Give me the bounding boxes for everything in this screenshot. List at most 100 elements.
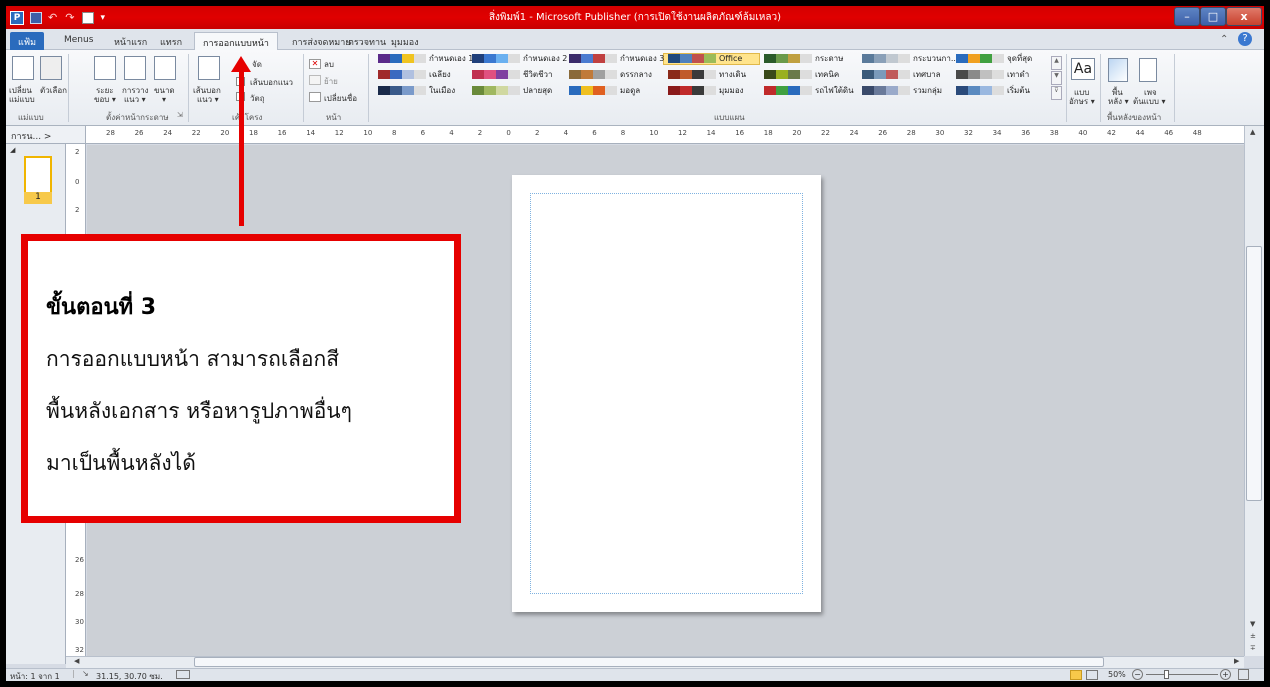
color-scheme-item[interactable]: มอดูล: [569, 85, 640, 96]
delete-page-icon[interactable]: ✕: [309, 59, 321, 69]
change-template-label-2[interactable]: แม่แบบ: [9, 95, 35, 104]
color-scheme-name: เริ่มต้น: [1007, 86, 1030, 95]
tab-home[interactable]: หน้าแรก: [106, 32, 155, 50]
scroll-down-icon[interactable]: ▼: [1250, 620, 1255, 628]
margins-label-2[interactable]: ขอบ ▾: [94, 95, 116, 104]
fonts-icon[interactable]: Aa: [1071, 58, 1095, 80]
objects-label[interactable]: วัตถุ: [250, 94, 265, 103]
tab-insert[interactable]: แทรก: [152, 32, 190, 50]
horizontal-ruler[interactable]: 28 26 24 22 20 18 16 14 12 10 8 6 4 2 0 2 4 6 8 10 12 14 16 18 2…: [86, 126, 1244, 144]
color-scheme-item[interactable]: เทคนิค: [764, 69, 839, 80]
rename-page-icon[interactable]: [309, 92, 321, 102]
zoom-slider-track[interactable]: [1146, 674, 1218, 675]
ruler-tick-label: 6: [420, 129, 426, 137]
two-page-view-icon[interactable]: [1086, 670, 1098, 680]
page-setup-dialog-launcher-icon[interactable]: ⇲: [177, 111, 183, 119]
rename-page-label[interactable]: เปลี่ยนชื่อ: [324, 94, 357, 103]
ruler-tick-label: 36: [1021, 129, 1031, 137]
color-scheme-item[interactable]: เริ่มต้น: [956, 85, 1030, 96]
color-scheme-item[interactable]: Office: [668, 53, 742, 64]
size-label[interactable]: ขนาด: [154, 86, 175, 95]
zoom-level[interactable]: 50%: [1108, 670, 1126, 679]
template-options-icon[interactable]: [40, 56, 62, 80]
guides-label[interactable]: เส้นบอก: [193, 86, 221, 95]
fit-page-icon[interactable]: [1238, 669, 1249, 680]
master-page-icon[interactable]: [1139, 58, 1157, 82]
color-scheme-item[interactable]: กระดาษ: [764, 53, 843, 64]
help-icon[interactable]: ?: [1238, 32, 1252, 46]
master-page-label[interactable]: เพจ: [1144, 88, 1157, 97]
screenshot-frame: P ↶ ↷ ▾ สิ่งพิมพ์1 - Microsoft Publisher…: [0, 0, 1270, 687]
color-scheme-item[interactable]: กำหนดเอง 1: [378, 53, 473, 64]
next-page-icon[interactable]: ∓: [1250, 644, 1256, 652]
tab-page-design[interactable]: การออกแบบหน้า: [194, 32, 278, 50]
zoom-out-icon[interactable]: −: [1132, 669, 1143, 680]
ruler-tick-label: 32: [964, 129, 973, 137]
size-icon[interactable]: [154, 56, 176, 80]
color-scheme-item[interactable]: ปลายสุด: [472, 85, 552, 96]
collapse-section-icon[interactable]: ◢: [10, 146, 15, 154]
color-scheme-item[interactable]: ในเมือง: [378, 85, 455, 96]
fonts-label[interactable]: แบบ: [1074, 88, 1089, 97]
ruler-tick-label: 4: [563, 129, 569, 137]
color-scheme-item[interactable]: รถไฟใต้ดิน: [764, 85, 854, 96]
align-to-label[interactable]: จัด: [252, 60, 262, 69]
color-scheme-item[interactable]: กำหนดเอง 2: [472, 53, 567, 64]
guides-icon[interactable]: [198, 56, 220, 80]
tab-menus[interactable]: Menus: [56, 32, 101, 50]
background-icon[interactable]: [1108, 58, 1128, 82]
color-scheme-item[interactable]: กำหนดเอง 3: [569, 53, 664, 64]
scheme-more-icon[interactable]: ⊽: [1051, 86, 1062, 100]
tab-view[interactable]: มุมมอง: [383, 32, 427, 50]
move-page-label[interactable]: ย้าย: [324, 77, 338, 86]
orientation-label-2[interactable]: แนว ▾: [124, 95, 146, 104]
color-scheme-item[interactable]: กระบวนกา...: [862, 53, 958, 64]
scroll-up-icon[interactable]: ▲: [1250, 128, 1255, 136]
background-label-2[interactable]: หลัง ▾: [1108, 97, 1129, 106]
close-button[interactable]: x: [1226, 7, 1262, 26]
orientation-icon[interactable]: [124, 56, 146, 80]
vertical-scroll-thumb[interactable]: [1246, 246, 1262, 501]
color-scheme-item[interactable]: รวมกลุ่ม: [862, 85, 942, 96]
fonts-label-2[interactable]: อักษร ▾: [1069, 97, 1095, 106]
zoom-in-icon[interactable]: +: [1220, 669, 1231, 680]
scroll-left-icon[interactable]: ◀: [74, 657, 79, 665]
color-scheme-item[interactable]: เทศบาล: [862, 69, 941, 80]
page-navigation-header[interactable]: การน... >: [6, 126, 86, 144]
single-page-view-icon[interactable]: [1070, 670, 1082, 680]
color-scheme-item[interactable]: จุดที่สุด: [956, 53, 1032, 64]
change-template-icon[interactable]: [12, 56, 34, 80]
baseline-guides-label[interactable]: เส้นบอกแนว: [250, 78, 293, 87]
tab-file[interactable]: แฟ้ม: [10, 32, 45, 50]
color-scheme-item[interactable]: ดรรกลาง: [569, 69, 652, 80]
color-scheme-item[interactable]: เทาดำ: [956, 69, 1029, 80]
color-swatch: [886, 54, 898, 63]
color-scheme-item[interactable]: มุมมอง: [668, 85, 744, 96]
orientation-label[interactable]: การวาง: [122, 86, 149, 95]
margins-label[interactable]: ระยะ: [96, 86, 114, 95]
blank-page[interactable]: [512, 175, 821, 612]
ribbon-minimize-icon[interactable]: ⌃: [1220, 34, 1228, 45]
delete-page-label[interactable]: ลบ: [324, 60, 334, 69]
margins-icon[interactable]: [94, 56, 116, 80]
previous-page-icon[interactable]: ±: [1250, 632, 1256, 640]
guides-label-2[interactable]: แนว ▾: [197, 95, 219, 104]
color-scheme-item[interactable]: เฉลียง: [378, 69, 451, 80]
master-page-label-2[interactable]: ต้นแบบ ▾: [1133, 97, 1166, 106]
minimize-button[interactable]: –: [1174, 7, 1200, 26]
scroll-right-icon[interactable]: ▶: [1234, 657, 1239, 665]
color-scheme-name: กระบวนกา...: [913, 54, 959, 63]
maximize-button[interactable]: □: [1200, 7, 1226, 26]
scheme-scroll-up-icon[interactable]: ▲: [1051, 56, 1062, 70]
zoom-slider-thumb[interactable]: [1164, 670, 1169, 679]
scheme-scroll-down-icon[interactable]: ▼: [1051, 71, 1062, 85]
horizontal-scroll-thumb[interactable]: [194, 657, 1104, 667]
change-template-label[interactable]: เปลี่ยน: [9, 86, 32, 95]
template-options-label[interactable]: ตัวเลือก: [40, 86, 67, 95]
color-scheme-item[interactable]: ชีวิตชีวา: [472, 69, 553, 80]
background-label[interactable]: พื้น: [1112, 88, 1123, 97]
page-indicator[interactable]: หน้า: 1 จาก 1: [10, 670, 60, 681]
color-scheme-item[interactable]: ทางเดิน: [668, 69, 746, 80]
size-label-2[interactable]: ▾: [162, 95, 166, 104]
move-page-icon[interactable]: [309, 75, 321, 85]
